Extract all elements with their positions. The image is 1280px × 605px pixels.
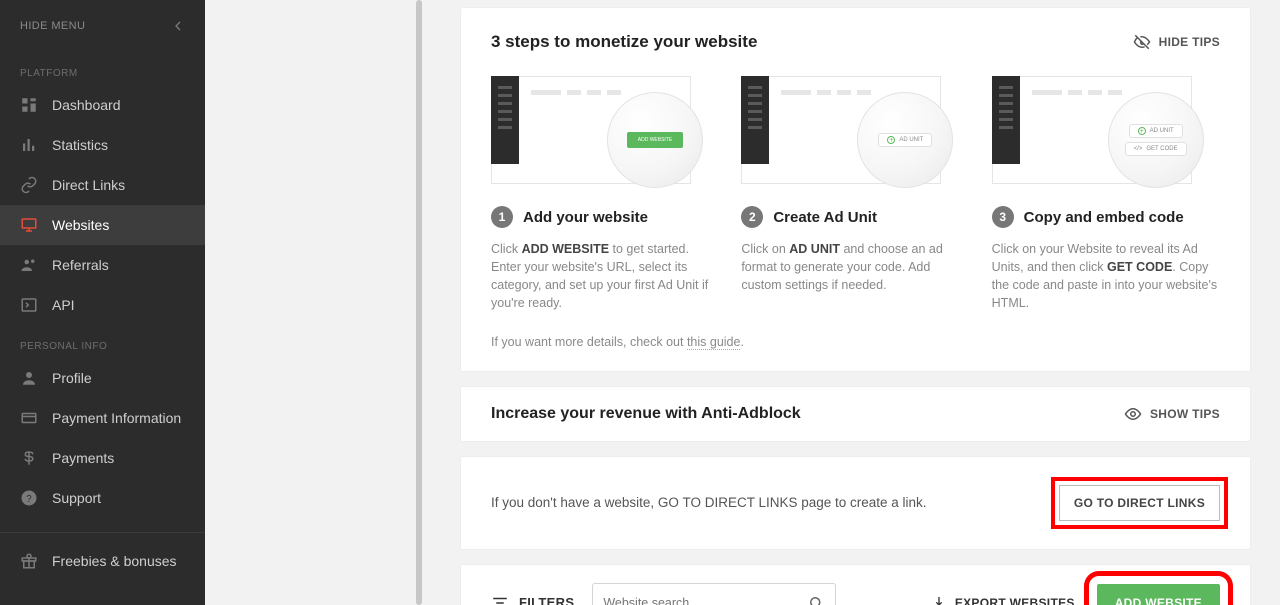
show-tips-label: SHOW TIPS — [1150, 407, 1220, 421]
add-website-button[interactable]: ADD WEBSITE — [1097, 584, 1220, 605]
link-icon — [20, 176, 38, 194]
hide-menu-label: HIDE MENU — [20, 20, 85, 32]
dashboard-icon — [20, 96, 38, 114]
tips-title: 3 steps to monetize your website — [491, 32, 757, 52]
eye-off-icon — [1133, 33, 1151, 51]
sidebar-item-label: Payments — [52, 450, 114, 466]
sidebar-item-label: Statistics — [52, 137, 108, 153]
hide-tips-button[interactable]: HIDE TIPS — [1133, 33, 1220, 51]
export-label: EXPORT WEBSITES — [955, 596, 1075, 605]
step-3: +AD UNIT </>GET CODE 3 Copy and embed co… — [992, 76, 1220, 313]
illus-add-website-btn: ADD WEBSITE — [627, 132, 683, 148]
sidebar-item-label: API — [52, 297, 75, 313]
step-title-3: Copy and embed code — [1024, 209, 1184, 226]
sidebar-item-dashboard[interactable]: Dashboard — [0, 85, 205, 125]
users-icon — [20, 256, 38, 274]
step-number-3: 3 — [992, 206, 1014, 228]
user-icon — [20, 369, 38, 387]
step-title-1: Add your website — [523, 209, 648, 226]
sidebar-item-label: Dashboard — [52, 97, 121, 113]
filters-label: FILTERS — [519, 595, 574, 605]
adblock-card: Increase your revenue with Anti-Adblock … — [461, 387, 1250, 441]
sidebar-item-payments[interactable]: Payments — [0, 438, 205, 478]
filter-icon — [491, 594, 509, 605]
filters-bar: FILTERS EXPORT WEBSITES — [461, 565, 1250, 605]
step-2-illustration: +AD UNIT — [741, 76, 941, 184]
step-3-illustration: +AD UNIT </>GET CODE — [992, 76, 1192, 184]
step-title-2: Create Ad Unit — [773, 209, 877, 226]
sidebar-item-websites[interactable]: Websites — [0, 205, 205, 245]
sidebar-item-referrals[interactable]: Referrals — [0, 245, 205, 285]
step-number-1: 1 — [491, 206, 513, 228]
show-tips-button[interactable]: SHOW TIPS — [1124, 405, 1220, 423]
tips-footer: If you want more details, check out this… — [491, 335, 1220, 349]
step-body-2: Click on AD UNIT and choose an ad format… — [741, 240, 969, 294]
hide-menu-toggle[interactable]: HIDE MENU — [0, 0, 205, 52]
step-1: ADD WEBSITE 1 Add your website Click ADD… — [491, 76, 719, 313]
help-icon: ? — [20, 489, 38, 507]
sidebar: HIDE MENU PLATFORM Dashboard Statistics … — [0, 0, 205, 605]
step-number-2: 2 — [741, 206, 763, 228]
step-2: +AD UNIT 2 Create Ad Unit Click on AD UN… — [741, 76, 969, 313]
sidebar-section-platform: PLATFORM — [0, 52, 205, 85]
sidebar-item-label: Freebies & bonuses — [52, 553, 177, 569]
dollar-icon — [20, 449, 38, 467]
gift-icon — [20, 552, 38, 570]
arrow-left-icon — [169, 18, 187, 34]
sidebar-item-profile[interactable]: Profile — [0, 358, 205, 398]
filters-button[interactable]: FILTERS — [491, 594, 574, 605]
scrollbar[interactable] — [416, 0, 422, 605]
sidebar-item-label: Support — [52, 490, 101, 506]
search-input[interactable] — [603, 596, 807, 605]
sidebar-item-support[interactable]: ? Support — [0, 478, 205, 518]
terminal-icon — [20, 296, 38, 314]
step-body-1: Click ADD WEBSITE to get started. Enter … — [491, 240, 719, 313]
export-websites-button[interactable]: EXPORT WEBSITES — [931, 595, 1075, 605]
main-area: 3 steps to monetize your website HIDE TI… — [205, 0, 1280, 605]
search-field[interactable] — [592, 583, 836, 605]
sidebar-item-label: Websites — [52, 217, 109, 233]
step-body-3: Click on your Website to reveal its Ad U… — [992, 240, 1220, 313]
sidebar-divider — [0, 532, 205, 533]
adblock-title: Increase your revenue with Anti-Adblock — [491, 405, 801, 423]
step-1-illustration: ADD WEBSITE — [491, 76, 691, 184]
sidebar-item-statistics[interactable]: Statistics — [0, 125, 205, 165]
sidebar-item-label: Profile — [52, 370, 92, 386]
monitor-icon — [20, 216, 38, 234]
sidebar-item-label: Direct Links — [52, 177, 125, 193]
hide-tips-label: HIDE TIPS — [1159, 35, 1220, 49]
go-to-direct-links-button[interactable]: GO TO DIRECT LINKS — [1059, 485, 1220, 521]
sidebar-item-freebies[interactable]: Freebies & bonuses — [0, 541, 205, 581]
svg-text:?: ? — [26, 494, 32, 505]
search-icon[interactable] — [807, 594, 825, 605]
sidebar-item-label: Referrals — [52, 257, 109, 273]
sidebar-section-personal: PERSONAL INFO — [0, 325, 205, 358]
eye-icon — [1124, 405, 1142, 423]
direct-links-text: If you don't have a website, GO TO DIREC… — [491, 495, 927, 510]
sidebar-item-payment-info[interactable]: Payment Information — [0, 398, 205, 438]
download-icon — [931, 595, 947, 605]
direct-links-card: If you don't have a website, GO TO DIREC… — [461, 457, 1250, 549]
bar-chart-icon — [20, 136, 38, 154]
tips-card: 3 steps to monetize your website HIDE TI… — [461, 8, 1250, 371]
guide-link[interactable]: this guide — [687, 335, 741, 350]
credit-card-icon — [20, 409, 38, 427]
sidebar-item-direct-links[interactable]: Direct Links — [0, 165, 205, 205]
sidebar-item-label: Payment Information — [52, 410, 181, 426]
sidebar-item-api[interactable]: API — [0, 285, 205, 325]
